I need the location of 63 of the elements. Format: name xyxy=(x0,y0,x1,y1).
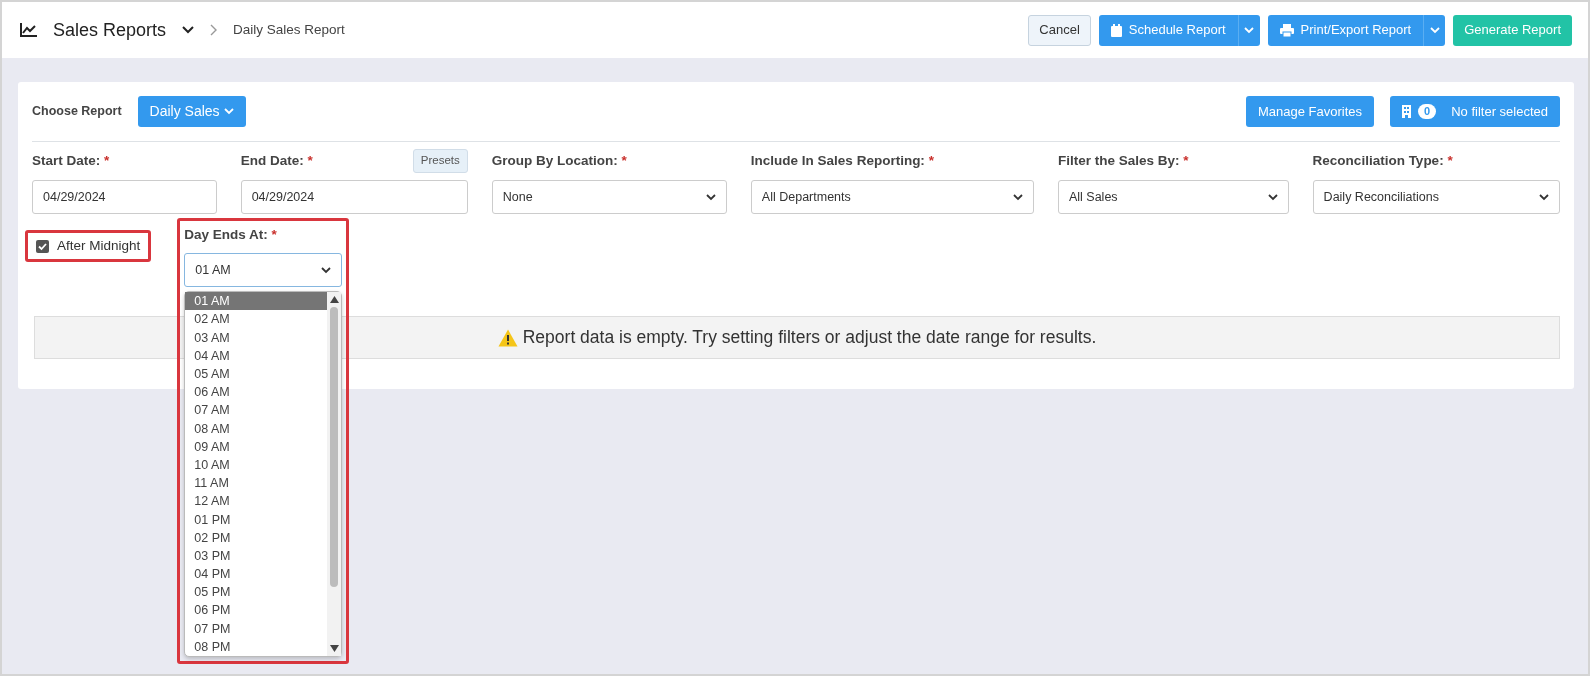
field-label: Choose Report xyxy=(32,103,122,121)
count-badge: 0 xyxy=(1418,104,1437,119)
dropdown-option[interactable]: 02 AM xyxy=(185,310,328,329)
date-input[interactable]: 04/29/2024 xyxy=(240,180,468,214)
calendar-icon xyxy=(1110,23,1122,37)
dropdown-option[interactable]: 08 AM xyxy=(185,419,328,438)
dropdown-option[interactable]: 03 AM xyxy=(185,328,328,347)
dropdown-option[interactable]: 07 PM xyxy=(185,619,328,638)
dropdown-option[interactable]: 08 PM xyxy=(185,637,328,656)
field-label: Day Ends At: * xyxy=(184,226,278,244)
select-dropdown[interactable]: 01 AM xyxy=(184,253,343,288)
chevron-down-icon xyxy=(223,108,234,115)
checkbox[interactable] xyxy=(36,239,49,253)
chevron-down-icon xyxy=(1012,193,1023,201)
scroll-down-icon xyxy=(329,645,339,652)
field-label: End Date: * xyxy=(240,151,313,170)
warning-icon xyxy=(497,328,518,347)
dropdown-option[interactable]: 09 AM xyxy=(185,437,328,456)
dropdown-option[interactable]: 04 PM xyxy=(185,565,328,584)
field-label: Group By Location: * xyxy=(491,151,627,170)
chart-icon xyxy=(20,23,37,37)
scroll-up-icon xyxy=(329,296,339,304)
field-label: Reconciliation Type: * xyxy=(1312,151,1453,170)
chevron-down-icon xyxy=(321,266,332,274)
checkbox-label: After Midnight xyxy=(57,236,141,255)
cancel-button[interactable]: Cancel xyxy=(1028,14,1091,46)
select-dropdown[interactable]: All Departments xyxy=(750,180,1034,214)
dropdown-option[interactable]: 03 PM xyxy=(185,546,328,566)
dropdown-toggle-button[interactable] xyxy=(1237,14,1260,46)
dropdown-option[interactable]: 01 PM xyxy=(185,510,328,529)
page-title: Sales Reports xyxy=(53,18,167,42)
presets-button[interactable]: Presets xyxy=(412,149,468,173)
select-dropdown[interactable]: Daily Reconciliations xyxy=(1312,180,1560,214)
dropdown-option[interactable]: 05 PM xyxy=(185,583,328,602)
dropdown-option[interactable]: 06 PM xyxy=(185,601,328,620)
empty-message: Report data is empty. Try setting filters or adjust the date range for results. xyxy=(522,326,1097,350)
building-icon xyxy=(1402,105,1412,118)
dropdown-option[interactable]: 04 AM xyxy=(185,346,328,365)
dropdown-option[interactable]: 12 AM xyxy=(185,492,328,511)
date-input[interactable]: 04/29/2024 xyxy=(32,180,217,214)
chevron-down-icon xyxy=(705,193,716,201)
field-label: Start Date: * xyxy=(32,151,110,170)
dropdown-option[interactable]: 07 AM xyxy=(185,401,328,420)
printer-icon xyxy=(1279,23,1294,37)
field-label: Include In Sales Reporting: * xyxy=(750,151,934,170)
field-label: Filter the Sales By: * xyxy=(1057,151,1189,170)
dropdown-option[interactable]: 02 PM xyxy=(185,528,328,547)
select-dropdown[interactable]: None xyxy=(491,180,727,214)
chevron-right-icon xyxy=(210,24,218,36)
scrollbar[interactable] xyxy=(327,292,342,656)
dropdown-option[interactable]: 10 AM xyxy=(185,455,328,475)
chevron-down-icon[interactable] xyxy=(182,26,195,34)
chevron-down-icon xyxy=(1267,193,1278,201)
dropdown-option[interactable]: 06 AM xyxy=(185,383,328,402)
chevron-down-icon xyxy=(1539,193,1549,201)
chevron-down-icon xyxy=(1244,26,1255,34)
breadcrumb-item[interactable]: Daily Sales Report xyxy=(233,19,345,41)
select-dropdown[interactable]: All Sales xyxy=(1057,180,1289,214)
dropdown-option[interactable]: 01 AM xyxy=(185,292,328,311)
dropdown-option[interactable]: 05 AM xyxy=(185,365,328,384)
dropdown-toggle-button[interactable] xyxy=(1423,14,1446,46)
chevron-down-icon xyxy=(1429,26,1440,34)
dropdown-option[interactable]: 11 AM xyxy=(185,474,328,493)
